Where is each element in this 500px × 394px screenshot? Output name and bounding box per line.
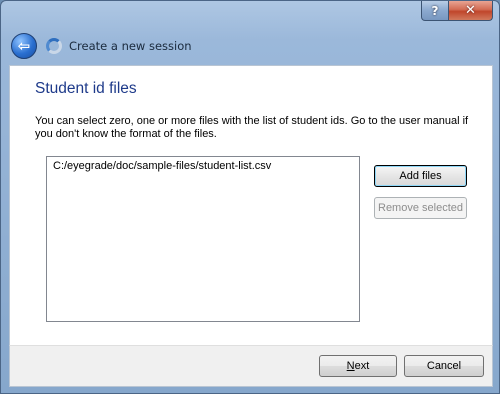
content-panel: Student id files You can select zero, on… <box>9 65 493 345</box>
next-label: Next <box>347 360 370 372</box>
wizard-window: ? ✕ ⇦ Create a new session Student id fi… <box>0 0 500 394</box>
remove-selected-label: Remove selected <box>378 202 463 214</box>
next-mnemonic: N <box>346 360 355 372</box>
wizard-title: Create a new session <box>69 39 192 53</box>
window-controls: ? ✕ <box>421 1 493 21</box>
back-arrow-icon: ⇦ <box>17 37 31 55</box>
list-item[interactable]: C:/eyegrade/doc/sample-files/student-lis… <box>53 160 271 172</box>
next-label-rest: ext <box>354 360 370 372</box>
next-button[interactable]: Next <box>319 355 397 377</box>
loading-spinner-icon <box>46 38 62 54</box>
help-button[interactable]: ? <box>421 1 449 21</box>
page-heading: Student id files <box>35 80 137 97</box>
close-button[interactable]: ✕ <box>449 1 493 21</box>
cancel-button[interactable]: Cancel <box>404 355 484 377</box>
page-description: You can select zero, one or more files w… <box>35 115 469 140</box>
back-button[interactable]: ⇦ <box>11 33 37 59</box>
button-footer: Next Cancel <box>9 345 493 387</box>
remove-selected-button[interactable]: Remove selected <box>374 197 467 219</box>
cancel-label: Cancel <box>426 360 462 372</box>
help-icon: ? <box>431 3 439 18</box>
student-files-list[interactable]: C:/eyegrade/doc/sample-files/student-lis… <box>46 156 360 322</box>
add-files-label: Add files <box>399 170 442 182</box>
add-files-button[interactable]: Add files <box>374 165 467 187</box>
wizard-nav: ⇦ Create a new session <box>11 32 192 60</box>
title-bar: ? ✕ <box>1 1 499 31</box>
close-icon: ✕ <box>465 3 476 18</box>
